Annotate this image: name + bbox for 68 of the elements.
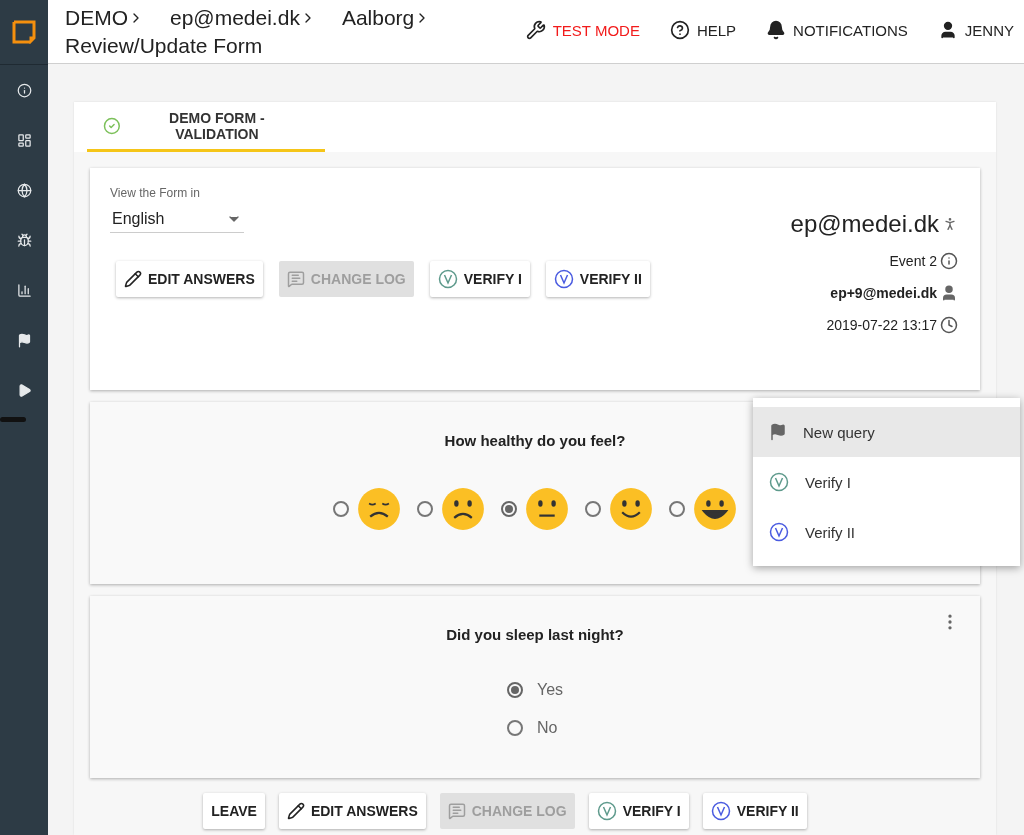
action-button[interactable]: EDIT ANSWERS [278, 792, 426, 829]
comment-icon [286, 270, 305, 288]
person-icon [942, 216, 958, 232]
bug-icon [16, 232, 32, 248]
emoji-face-icon [525, 487, 569, 531]
emoji-face-icon [693, 487, 737, 531]
circled-v-icon [769, 472, 789, 492]
info-icon [940, 252, 958, 270]
participant-title: ep@medei.dk [790, 210, 939, 238]
info-icon [16, 82, 32, 98]
wrench-icon [525, 20, 546, 40]
dashboard-icon [16, 132, 32, 148]
globe-icon [16, 182, 32, 198]
action-button[interactable]: VERIFY II [702, 792, 807, 829]
header-button[interactable]: HELP [669, 20, 737, 40]
circled-v-icon [596, 800, 617, 821]
circled-v-icon [553, 269, 574, 289]
emoji-face-icon [609, 487, 653, 531]
option-label: No [536, 719, 558, 737]
pencil-icon [286, 801, 305, 820]
header-button[interactable]: NOTIFICATIONS [766, 20, 908, 40]
menu-item[interactable]: Verify II [753, 507, 1020, 557]
language-label: View the Form in [110, 186, 201, 200]
circled-v-icon [437, 269, 458, 289]
emoji-face-icon [441, 487, 485, 531]
bell-icon [766, 20, 787, 40]
circled-v-icon [710, 800, 731, 821]
radio-button[interactable] [417, 501, 433, 517]
circled-v-icon [769, 522, 789, 542]
event-text: Event 2 [889, 253, 937, 269]
breadcrumb-link[interactable]: Review/Update Form [65, 33, 263, 58]
scroll-indicator [0, 417, 26, 422]
comment-icon [447, 801, 466, 820]
menu-item[interactable]: New query [753, 407, 1020, 457]
person-icon [940, 284, 958, 302]
flag-icon [769, 423, 787, 441]
check-circle-icon [103, 116, 121, 135]
user-email: ep+9@medei.dk [830, 285, 937, 301]
radio-button[interactable] [669, 501, 685, 517]
bar-chart-icon [16, 282, 32, 298]
header-button[interactable]: JENNY [937, 20, 1014, 40]
emoji-face-icon [357, 487, 401, 531]
radio-button[interactable] [333, 501, 349, 517]
radio-button[interactable] [501, 501, 517, 517]
action-button[interactable]: LEAVE [203, 792, 265, 829]
radio-button[interactable] [506, 720, 523, 736]
action-button[interactable]: VERIFY I [429, 261, 530, 297]
clock-icon [940, 316, 958, 334]
option-label: Yes [536, 681, 564, 699]
action-button[interactable]: VERIFY II [545, 261, 650, 297]
menu-item[interactable]: Verify I [753, 457, 1020, 507]
logo-icon[interactable] [12, 20, 36, 44]
pencil-icon [124, 270, 142, 288]
action-button[interactable]: EDIT ANSWERS [116, 261, 263, 297]
radio-button[interactable] [585, 501, 601, 517]
breadcrumb-link[interactable]: DEMO [65, 5, 144, 30]
play-icon [16, 382, 32, 398]
language-select[interactable]: English [110, 204, 244, 233]
header-button[interactable]: TEST MODE [525, 20, 640, 40]
question-text: Did you sleep last night? [446, 626, 624, 643]
breadcrumb-link[interactable]: ep@medei.dk [170, 5, 316, 30]
radio-button[interactable] [506, 682, 523, 698]
date-text: 2019-07-22 13:17 [826, 317, 937, 333]
help-icon [669, 20, 690, 40]
question-text: How healthy do you feel? [444, 432, 626, 449]
breadcrumb-link[interactable]: Aalborg [341, 5, 431, 30]
flag-icon [16, 332, 32, 348]
action-button[interactable]: VERIFY I [588, 792, 689, 829]
